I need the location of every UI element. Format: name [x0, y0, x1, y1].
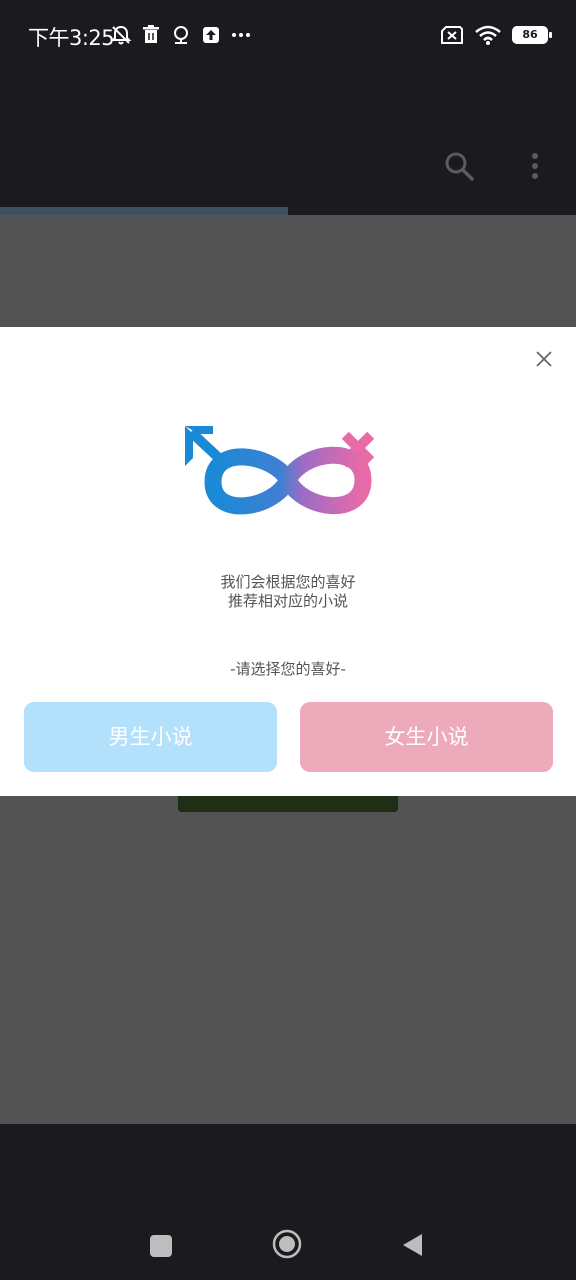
description-line-2: 推荐相对应的小说	[227, 592, 348, 610]
location-icon	[174, 26, 188, 44]
more-dots-icon	[232, 33, 250, 37]
gender-infinity-logo-icon	[185, 426, 375, 515]
dialog-description: 我们会根据您的喜好 推荐相对应的小说	[0, 573, 576, 611]
upload-icon	[203, 27, 219, 43]
home-icon[interactable]	[272, 1229, 302, 1259]
status-notification-icons	[110, 24, 252, 46]
search-icon[interactable]	[443, 150, 475, 182]
background-button-partial	[178, 796, 398, 812]
recent-apps-icon[interactable]	[150, 1235, 172, 1257]
status-system-icons: 86	[440, 24, 552, 46]
preference-prompt: -请选择您的喜好-	[230, 660, 346, 678]
mute-icon	[110, 25, 132, 45]
status-time: 下午3:25	[28, 26, 115, 50]
more-vertical-icon[interactable]	[524, 150, 546, 182]
trash-icon	[143, 25, 159, 43]
back-icon[interactable]	[400, 1232, 424, 1258]
description-line-1: 我们会根据您的喜好	[220, 573, 356, 591]
loading-progress-bar	[0, 207, 576, 215]
male-novels-button[interactable]: 男生小说	[24, 702, 277, 772]
female-novels-button[interactable]: 女生小说	[300, 702, 553, 772]
battery-icon: 86	[512, 26, 552, 44]
wifi-icon	[475, 25, 501, 45]
app-bar	[0, 72, 576, 208]
close-icon[interactable]	[532, 347, 556, 371]
system-nav-bar	[0, 1124, 576, 1280]
loading-progress-fill	[0, 207, 288, 215]
status-bar: 下午3:25 86	[0, 0, 576, 72]
sim-off-icon	[441, 26, 463, 44]
